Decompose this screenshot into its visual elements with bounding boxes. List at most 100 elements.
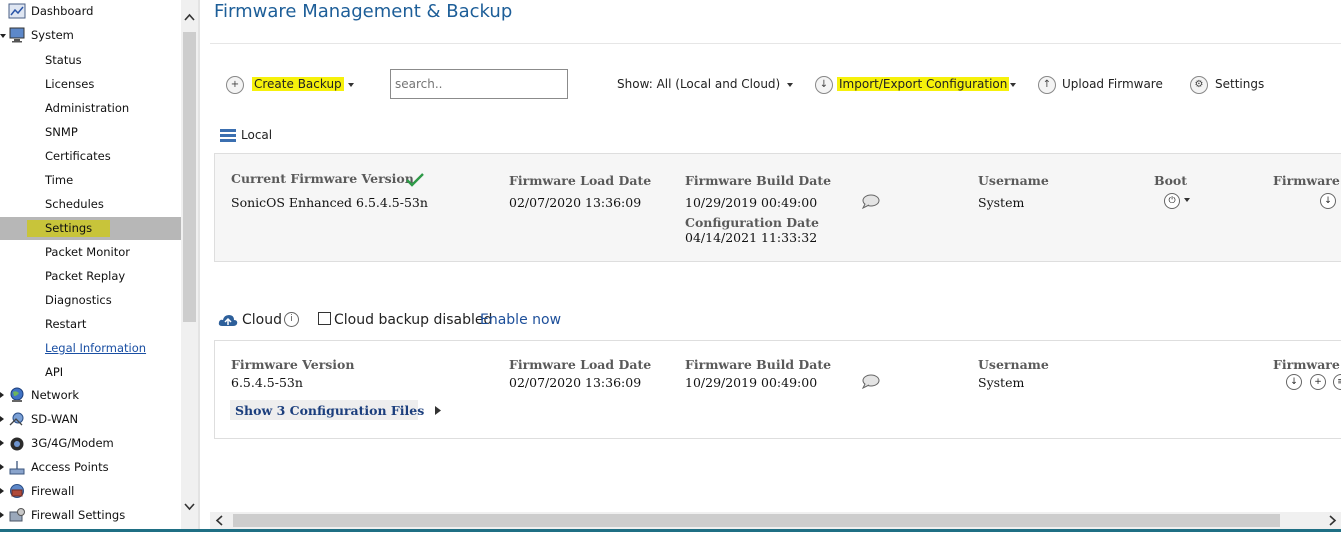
comment-icon[interactable] (861, 194, 880, 209)
gear-icon[interactable]: ⚙ (1190, 76, 1208, 94)
import-export-button[interactable]: Import/Export Configuration (837, 76, 1017, 92)
title-divider (210, 43, 1341, 44)
build-date-header: Firmware Build Date (685, 173, 832, 188)
sidebar-item-dashboard[interactable]: Dashboard (31, 4, 93, 18)
firewall-settings-icon (9, 508, 25, 522)
sidebar-item-time[interactable]: Time (45, 173, 73, 187)
sidebar-item-packet-monitor[interactable]: Packet Monitor (45, 245, 130, 259)
modem-expand-arrow[interactable] (0, 440, 4, 446)
import-export-label: Import/Export Configuration (837, 77, 1010, 91)
network-globe-icon (10, 387, 24, 402)
local-load-date-value: 02/07/2020 13:36:09 (509, 195, 642, 210)
dashboard-icon (8, 3, 26, 19)
download-icon[interactable]: ↓ (1320, 193, 1336, 209)
current-firmware-header: Current Firmware Version (231, 171, 414, 186)
comment-add-icon[interactable]: + (1310, 374, 1326, 390)
local-firmware-value: SonicOS Enhanced 6.5.4.5-53n (231, 195, 428, 210)
power-icon[interactable]: ⏻ (1164, 193, 1180, 209)
cloud-firmware-value: 6.5.4.5-53n (231, 375, 303, 390)
firewall-icon (10, 484, 24, 498)
sidebar-item-packet-replay[interactable]: Packet Replay (45, 269, 125, 283)
sidebar-nav: Dashboard System Status Licenses Adminis… (0, 0, 199, 531)
sidebar-item-licenses[interactable]: Licenses (45, 77, 94, 91)
local-username-value: System (978, 195, 1025, 210)
sidebar-item-restart[interactable]: Restart (45, 317, 86, 331)
cloud-build-date-header: Firmware Build Date (685, 357, 832, 372)
system-expand-arrow[interactable] (0, 34, 6, 38)
list-icon (220, 129, 236, 142)
sidebar-scrollbar-thumb[interactable] (183, 32, 196, 322)
caret-down-icon (1010, 82, 1017, 87)
sidebar-item-administration[interactable]: Administration (45, 101, 129, 115)
sidebar-item-network[interactable]: Network (31, 388, 79, 402)
page-title: Firmware Management & Backup (214, 1, 513, 22)
info-icon[interactable]: i (284, 312, 299, 327)
access-points-expand-arrow[interactable] (0, 464, 4, 470)
cloud-load-date-header: Firmware Load Date (509, 357, 652, 372)
sidebar-item-firewall[interactable]: Firewall (31, 484, 74, 498)
search-input[interactable] (390, 69, 568, 99)
username-header: Username (978, 173, 1049, 188)
sidebar-item-schedules[interactable]: Schedules (45, 197, 104, 211)
expand-arrow-icon[interactable] (434, 406, 442, 415)
show-filter-dropdown[interactable]: Show: All (Local and Cloud) (617, 76, 794, 92)
cloud-load-date-value: 02/07/2020 13:36:09 (509, 375, 642, 390)
sidebar-item-snmp[interactable]: SNMP (45, 125, 78, 139)
scroll-right-chevron-icon[interactable] (1328, 514, 1338, 527)
config-date-header: Configuration Date (685, 215, 819, 230)
sidebar-item-certificates[interactable]: Certificates (45, 149, 111, 163)
scroll-left-chevron-icon[interactable] (214, 514, 224, 527)
sdwan-expand-arrow[interactable] (0, 416, 4, 422)
sidebar-item-access-points[interactable]: Access Points (31, 460, 109, 474)
create-backup-label: Create Backup (252, 77, 344, 91)
scroll-down-chevron-icon[interactable] (183, 502, 196, 512)
scroll-up-chevron-icon[interactable] (183, 12, 196, 22)
comment-icon[interactable] (861, 374, 880, 389)
show-filter-label: Show: All (Local and Cloud) (617, 77, 781, 91)
settings-button[interactable]: Settings (1215, 76, 1264, 92)
sidebar-item-settings[interactable]: Settings (45, 221, 92, 235)
cloud-username-value: System (978, 375, 1025, 390)
cloud-upload-icon (218, 315, 238, 326)
local-build-date-value: 10/29/2019 00:49:00 (685, 195, 818, 210)
sidebar-item-legal-information[interactable]: Legal Information (45, 341, 146, 355)
cloud-backup-checkbox[interactable] (318, 312, 331, 325)
local-section-label: Local (241, 128, 273, 142)
modem-icon (10, 437, 24, 451)
firewall-settings-expand-arrow[interactable] (0, 512, 4, 518)
system-icon (9, 27, 25, 43)
caret-down-icon (787, 82, 794, 87)
download-icon[interactable]: ↓ (1286, 374, 1302, 390)
sidebar-item-firewall-settings[interactable]: Firewall Settings (31, 508, 125, 522)
checkmark-icon (406, 173, 424, 187)
cloud-firmware-header: Firmware Version (231, 357, 355, 372)
sdwan-icon (9, 412, 24, 426)
show-config-files-label: Show 3 Configuration Files (235, 403, 425, 418)
cloud-section-label: Cloud (242, 312, 282, 328)
sidebar-item-status[interactable]: Status (45, 53, 82, 67)
local-config-date-value: 04/14/2021 11:33:32 (685, 230, 818, 245)
horizontal-scrollbar-thumb[interactable] (233, 514, 1280, 527)
load-date-header: Firmware Load Date (509, 173, 652, 188)
sidebar-item-3g-4g-modem[interactable]: 3G/4G/Modem (31, 436, 114, 450)
network-expand-arrow[interactable] (0, 392, 4, 398)
cloud-username-header: Username (978, 357, 1049, 372)
upload-firmware-button[interactable]: Upload Firmware (1062, 76, 1163, 92)
create-backup-button[interactable]: Create Backup (252, 76, 354, 92)
sidebar-item-system[interactable]: System (31, 28, 74, 42)
access-point-icon (9, 461, 25, 475)
download-circle-icon[interactable]: ↓ (815, 76, 833, 94)
sidebar-item-diagnostics[interactable]: Diagnostics (45, 293, 112, 307)
upload-circle-icon[interactable]: ↑ (1038, 76, 1056, 94)
plus-circle-icon[interactable]: + (226, 76, 244, 94)
cloud-firmware-actions-header: Firmware A (1273, 357, 1341, 372)
sidebar-item-sd-wan[interactable]: SD-WAN (31, 412, 78, 426)
boot-header: Boot (1154, 173, 1188, 188)
cloud-backup-label: Cloud backup disabled (334, 312, 493, 328)
boot-caret-down-icon[interactable] (1184, 198, 1190, 202)
cloud-build-date-value: 10/29/2019 00:49:00 (685, 375, 818, 390)
firewall-expand-arrow[interactable] (0, 488, 4, 494)
sidebar-item-api[interactable]: API (45, 365, 63, 379)
firmware-actions-header: Firmware A (1273, 173, 1341, 188)
enable-now-link[interactable]: Enable now (480, 312, 561, 328)
